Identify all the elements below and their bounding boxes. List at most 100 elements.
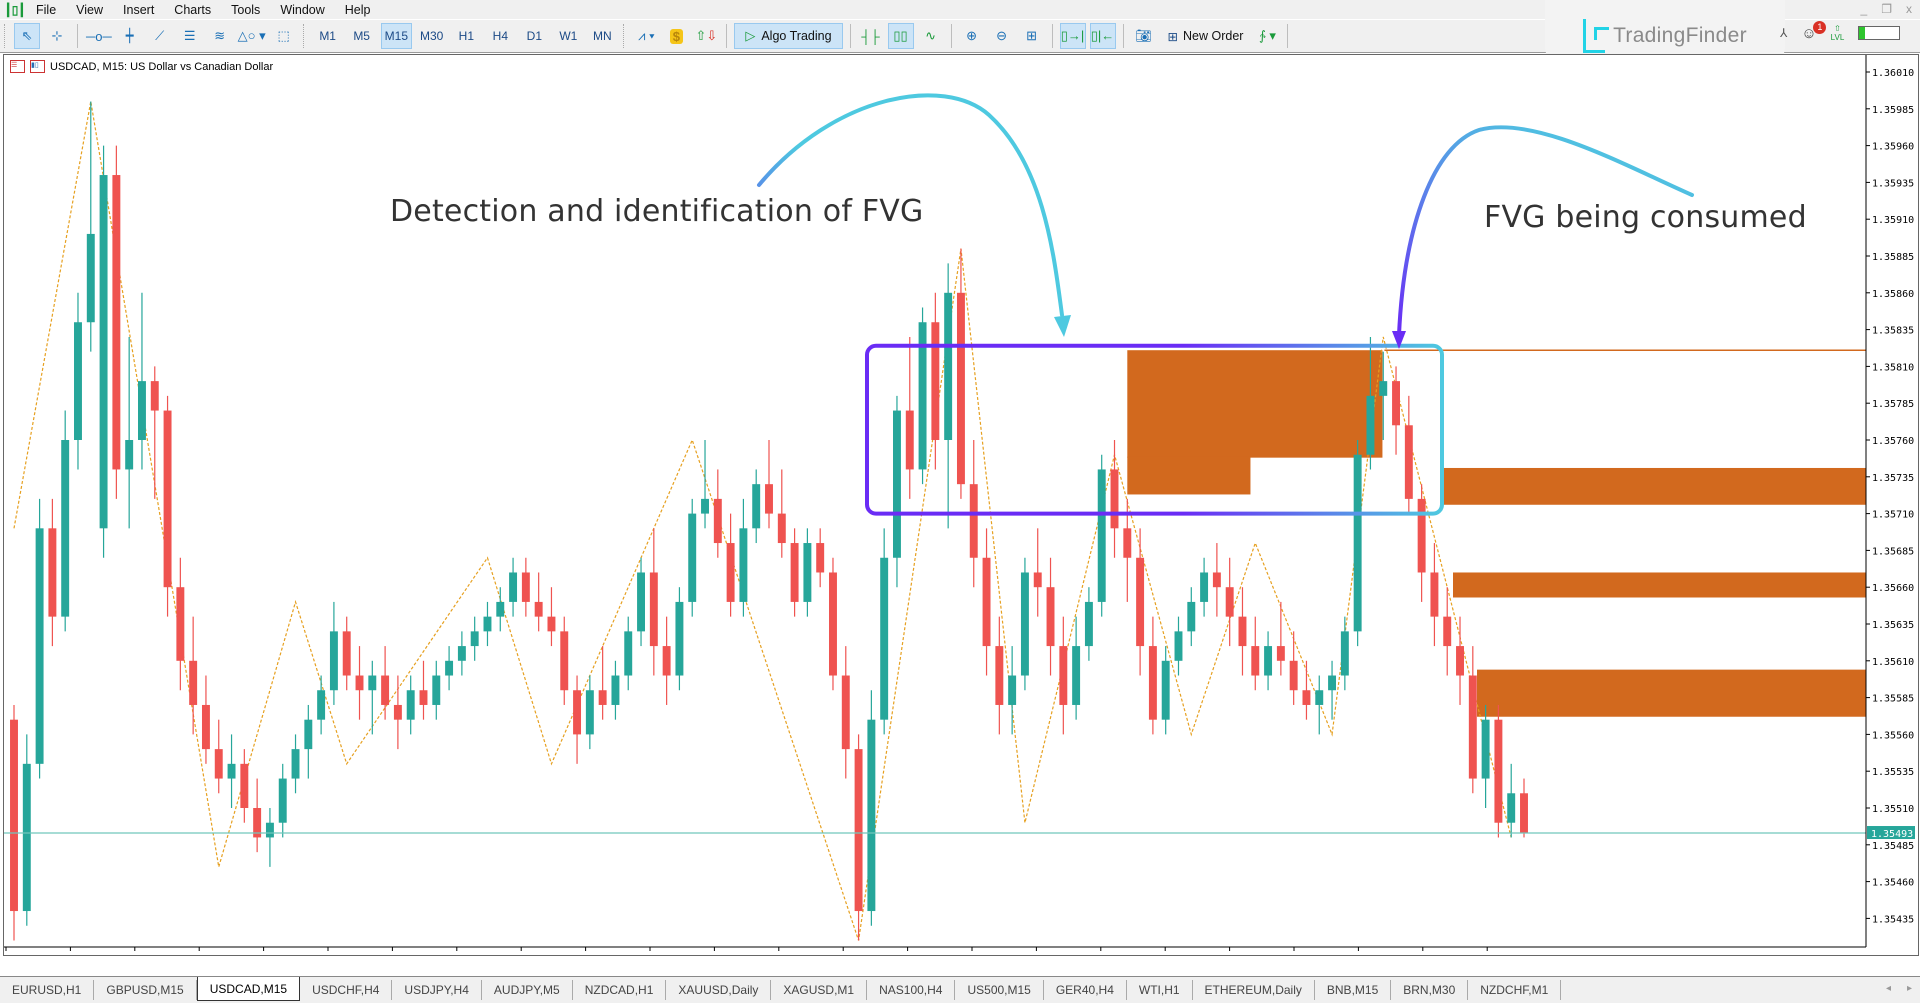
price-tick-label: 1.35985	[1872, 105, 1914, 116]
shapes-button[interactable]: △○ ▾	[237, 23, 267, 49]
candle	[496, 587, 505, 632]
symbol-tab[interactable]: GBPUSD,M15	[94, 980, 197, 1000]
candle	[189, 616, 198, 735]
zoom-in-icon: ⊕	[966, 28, 977, 43]
timeframe-m1[interactable]: M1	[313, 23, 343, 49]
current-price-label: 1.35493	[1871, 829, 1913, 840]
symbol-tab[interactable]: BRN,M30	[1391, 980, 1469, 1000]
lvl-button[interactable]: ⇧ LVL	[1831, 24, 1845, 42]
trendline-button[interactable]: ⟋	[147, 23, 173, 49]
brand-name: TradingFinder	[1613, 24, 1747, 47]
candle	[86, 101, 95, 352]
price-tick-label: 1.35885	[1872, 252, 1914, 263]
timeframe-h1[interactable]: H1	[451, 23, 481, 49]
buy-sell-button[interactable]: ⇧⇩	[693, 23, 719, 49]
candle-body	[22, 763, 31, 912]
timeframe-m15[interactable]: M15	[380, 23, 412, 49]
menu-tools[interactable]: Tools	[221, 3, 270, 17]
candle-body	[393, 704, 402, 720]
timeframe-mn[interactable]: MN	[587, 23, 617, 49]
scroll-left-icon[interactable]: ◂	[1886, 983, 1891, 994]
signals-icon[interactable]: ⅄	[1780, 26, 1787, 40]
algo-trading-button[interactable]: ▷ Algo Trading	[734, 23, 843, 49]
time-tick-label: 23 Sep 13:15	[1489, 954, 1561, 955]
symbol-tab[interactable]: EURUSD,H1	[0, 980, 95, 1000]
menu-charts[interactable]: Charts	[164, 3, 221, 17]
timeframe-w1[interactable]: W1	[553, 23, 583, 49]
line-chart-button[interactable]: ∿	[918, 23, 944, 49]
zoom-in-button[interactable]: ⊕	[959, 23, 985, 49]
candle-body	[1481, 719, 1490, 779]
channel-button[interactable]: ☰	[177, 23, 203, 49]
up-down-arrows-icon: ⇧⇩	[695, 28, 718, 43]
restore-button[interactable]: ❐	[1881, 2, 1892, 16]
symbol-tab[interactable]: NZDCHF,M1	[1468, 980, 1562, 1000]
price-tick-label: 1.35735	[1872, 473, 1914, 484]
symbol-tab[interactable]: XAGUSD,M1	[771, 980, 868, 1000]
minimize-button[interactable]: _	[1861, 2, 1868, 16]
fibonacci-button[interactable]: ≋	[207, 23, 233, 49]
tab-scroll-buttons[interactable]: ◂ ▸	[1886, 983, 1912, 994]
chart-menu-icon[interactable]: ☰	[10, 60, 25, 73]
chart-type-dropdown[interactable]: ⩘ ▾	[633, 23, 659, 49]
candle	[854, 734, 863, 941]
menu-file[interactable]: File	[26, 3, 66, 17]
toolbar-separator	[1051, 24, 1053, 48]
candle	[253, 778, 262, 853]
candle	[521, 557, 530, 617]
candle	[1417, 484, 1426, 602]
symbol-tab[interactable]: WTI,H1	[1127, 980, 1193, 1000]
bar-chart-button[interactable]: ┤├	[858, 23, 884, 49]
candle-body	[1366, 395, 1375, 455]
vertical-line-button[interactable]: ┿	[117, 23, 143, 49]
tile-windows-button[interactable]: ⊞	[1019, 23, 1045, 49]
auto-scroll-button[interactable]: ▯→|	[1059, 23, 1086, 49]
indicators-dropdown[interactable]: ∱ ▾	[1254, 23, 1280, 49]
symbol-tab[interactable]: US500,M15	[955, 980, 1044, 1000]
symbol-tab[interactable]: BNB,M15	[1315, 980, 1392, 1000]
symbol-tab[interactable]: USDCHF,H4	[300, 980, 393, 1000]
symbol-tab[interactable]: AUDJPY,M5	[482, 980, 573, 1000]
candle	[1481, 704, 1490, 808]
symbol-tab[interactable]: NZDCAD,H1	[573, 980, 667, 1000]
menu-view[interactable]: View	[66, 3, 113, 17]
symbol-tab[interactable]: USDJPY,H4	[392, 980, 482, 1000]
close-button[interactable]: x	[1906, 2, 1912, 16]
zoom-out-button[interactable]: ⊖	[989, 23, 1015, 49]
candle	[688, 498, 697, 617]
price-tick-label: 1.35435	[1872, 914, 1914, 925]
trading-button[interactable]: $	[663, 23, 689, 49]
axis-layer: 1.36010 1.35985 1.35960 1.35935 1.35910 1.358…	[4, 55, 1915, 955]
candle-body	[1251, 646, 1260, 676]
candle-body	[982, 557, 991, 647]
menu-help[interactable]: Help	[335, 3, 381, 17]
horizontal-line-button[interactable]: ─o─	[85, 23, 113, 49]
candle	[790, 528, 799, 617]
object-list-button[interactable]: ⬚	[271, 23, 297, 49]
chart-window[interactable]: ☰ ▮▯ USDCAD, M15: US Dollar vs Canadian …	[3, 54, 1919, 956]
chart-template-icon[interactable]: ▮▯	[30, 60, 45, 73]
timeframe-m30[interactable]: M30	[416, 23, 447, 49]
crosshair-tool-button[interactable]: ⊹	[44, 23, 70, 49]
menu-window[interactable]: Window	[270, 3, 334, 17]
symbol-tab[interactable]: XAUUSD,Daily	[666, 980, 772, 1000]
candle	[1033, 528, 1042, 617]
timeframe-m5[interactable]: M5	[347, 23, 377, 49]
scroll-right-icon[interactable]: ▸	[1907, 983, 1912, 994]
chart-shift-button[interactable]: ▯|←	[1089, 23, 1116, 49]
timeframe-d1[interactable]: D1	[519, 23, 549, 49]
symbol-tab[interactable]: USDCAD,M15	[196, 977, 301, 1001]
symbol-tab[interactable]: ETHEREUM,Daily	[1193, 980, 1315, 1000]
account-button[interactable]: ☺ 1	[1801, 20, 1827, 42]
timeframe-h4[interactable]: H4	[485, 23, 515, 49]
time-tick-label: 19 Sep 20:45	[201, 954, 273, 955]
candle-body	[278, 778, 287, 823]
new-order-button[interactable]: ⊞ New Order	[1161, 23, 1251, 49]
price-chart[interactable]: 1.36010 1.35985 1.35960 1.35935 1.35910 1.358…	[4, 55, 1918, 955]
cursor-tool-button[interactable]: ⇖	[14, 23, 40, 49]
symbol-tab[interactable]: GER40,H4	[1044, 980, 1127, 1000]
screenshot-button[interactable]: 📷︎	[1131, 23, 1157, 49]
candlestick-button[interactable]: ▯▯	[887, 23, 914, 49]
menu-insert[interactable]: Insert	[113, 3, 164, 17]
symbol-tab[interactable]: NAS100,H4	[867, 980, 956, 1000]
